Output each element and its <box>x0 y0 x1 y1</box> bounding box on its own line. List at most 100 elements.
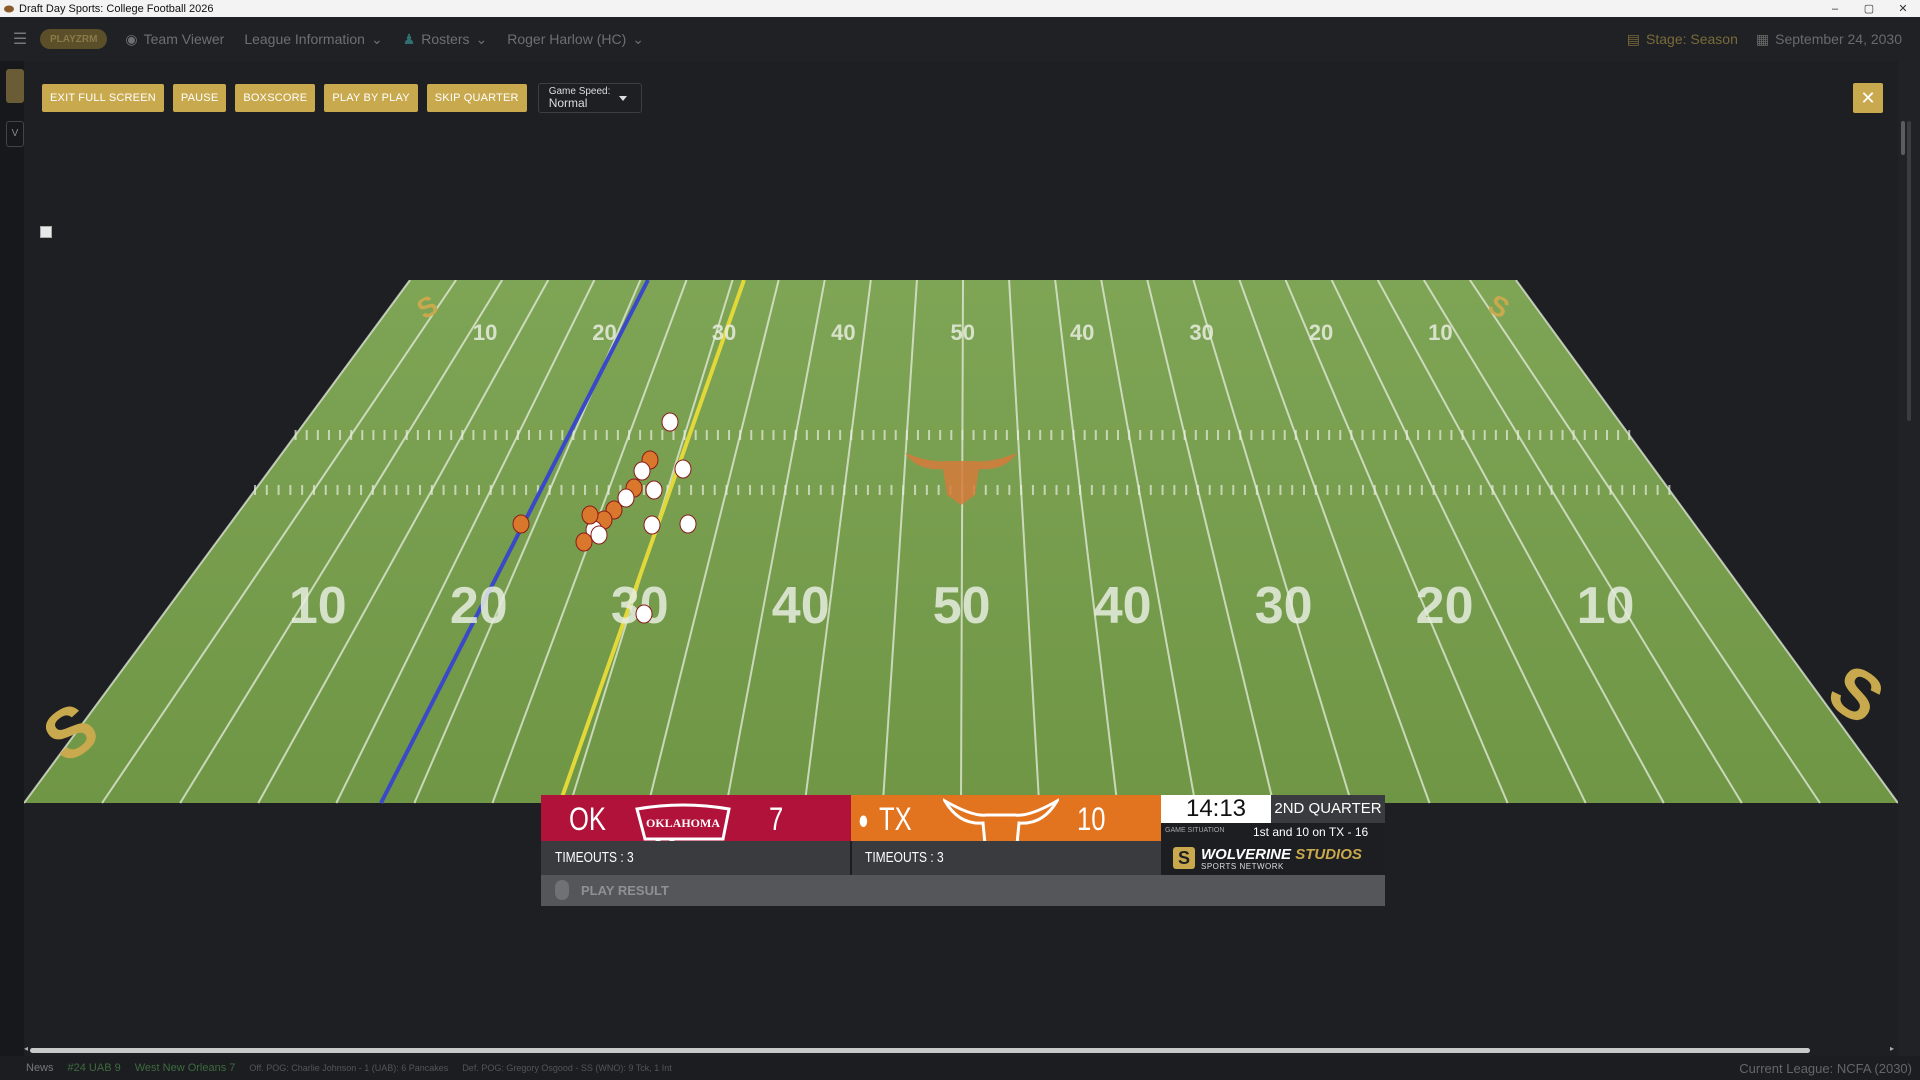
near-yard-numbers: 102030405040302010 <box>289 577 1635 635</box>
close-window-button[interactable]: ✕ <box>1886 2 1920 15</box>
pause-button[interactable]: PAUSE <box>172 84 227 112</box>
status-bar: News #24 UAB 9 West New Orleans 7 Off. P… <box>0 1056 1920 1080</box>
play-by-play-button[interactable]: PLAY BY PLAY <box>324 84 418 112</box>
chevron-down-icon: ⌄ <box>370 30 383 47</box>
horizontal-scroll-thumb[interactable] <box>30 1048 1810 1053</box>
roster-icon: ♟ <box>402 30 416 47</box>
date-label: September 24, 2030 <box>1775 31 1902 47</box>
boxscore-button[interactable]: BOXSCORE <box>235 84 316 112</box>
away-score: 10 <box>1077 801 1106 837</box>
scroll-left-icon[interactable]: ◂ <box>24 1044 28 1053</box>
team-icon: ◉ <box>125 30 138 47</box>
vertical-scrollbar[interactable] <box>1898 61 1920 1061</box>
yard-number: 10 <box>289 577 347 635</box>
app-logo[interactable]: PLAYZRM <box>40 29 108 49</box>
news-item-1[interactable]: #24 UAB 9 <box>68 1062 121 1074</box>
date-indicator[interactable]: ▦ September 24, 2030 <box>1756 31 1902 48</box>
broadcast-brand: S WOLVERINE STUDIOS SPORTS NETWORK <box>1161 841 1385 875</box>
yard-number: 20 <box>1309 320 1333 345</box>
window-titlebar: Draft Day Sports: College Football 2026 … <box>0 0 1920 17</box>
news-label[interactable]: News <box>26 1062 54 1074</box>
brand-name-1: WOLVERINE <box>1201 846 1292 863</box>
minimize-button[interactable]: – <box>1818 3 1852 15</box>
player-marker <box>581 505 599 525</box>
nav-league-information-label: League Information <box>244 31 365 47</box>
brand-name: WOLVERINE STUDIOS <box>1201 846 1362 863</box>
home-team-abbr: OK <box>569 801 606 837</box>
brand-name-2: STUDIOS <box>1295 846 1362 863</box>
yard-number: 30 <box>712 320 736 345</box>
brand-subtitle: SPORTS NETWORK <box>1201 862 1284 871</box>
play-result-label: PLAY RESULT <box>581 883 669 898</box>
scrollbar-thumb[interactable] <box>1901 121 1905 155</box>
game-speed-select[interactable]: Game Speed: Normal <box>537 83 642 113</box>
mini-panel[interactable]: V <box>6 121 24 147</box>
current-league: Current League: NCFA (2030) <box>1739 1060 1912 1076</box>
home-logo-text: OKLAHOMA <box>646 816 720 830</box>
skip-quarter-button[interactable]: SKIP QUARTER <box>426 84 527 112</box>
nav-coach-label: Roger Harlow (HC) <box>507 31 627 47</box>
possession-football-icon: ⬮ <box>859 813 868 829</box>
team-badge-icon[interactable] <box>6 69 24 103</box>
yard-number: 10 <box>473 320 497 345</box>
broken-image-icon <box>40 226 52 238</box>
scrollbar-track[interactable] <box>1907 121 1911 421</box>
nav-rosters-label: Rosters <box>421 31 470 47</box>
calendar-icon: ▦ <box>1755 30 1770 47</box>
app-nav: ☰ PLAYZRM ◉ Team Viewer League Informatio… <box>0 17 1920 61</box>
player-marker <box>590 525 608 545</box>
player-marker <box>635 604 653 624</box>
player-marker <box>575 532 593 552</box>
football-field: S S S S 102030405040302010 1020304050403… <box>24 280 1898 804</box>
scoreboard: OK OKLAHOMA 7 ⬮ TX 10 TIMEOUTS : 3 TIMEO… <box>541 795 1385 906</box>
chevron-down-icon: ⌄ <box>475 30 488 47</box>
hamburger-menu-icon[interactable]: ☰ <box>0 29 40 49</box>
microphone-icon <box>555 880 569 900</box>
timeouts-divider <box>850 841 852 875</box>
yard-number: 50 <box>933 577 991 635</box>
yard-number: 20 <box>1416 577 1474 635</box>
nav-team-viewer[interactable]: ◉ Team Viewer <box>125 31 224 48</box>
yard-number: 50 <box>951 320 975 345</box>
yard-number: 40 <box>1070 320 1094 345</box>
game-situation-label: GAME SITUATION <box>1165 827 1225 834</box>
app-icon <box>4 5 14 12</box>
close-overlay-button[interactable]: ✕ <box>1853 83 1883 113</box>
player-marker <box>633 461 651 481</box>
player-marker <box>643 515 661 535</box>
player-marker <box>674 459 692 479</box>
horizontal-scrollbar[interactable]: ◂ ▸ <box>24 1044 1898 1054</box>
yard-number: 40 <box>772 577 830 635</box>
restore-button[interactable]: ▢ <box>1852 2 1886 15</box>
chevron-down-icon: ⌄ <box>632 30 644 47</box>
yard-number: 40 <box>1094 577 1152 635</box>
stage-indicator[interactable]: ▤ Stage: Season <box>1627 31 1738 48</box>
home-score: 7 <box>769 801 784 837</box>
home-timeouts: TIMEOUTS : 3 <box>555 849 634 866</box>
yard-number: 20 <box>592 320 616 345</box>
exit-full-screen-button[interactable]: EXIT FULL SCREEN <box>42 84 164 112</box>
nav-coach[interactable]: Roger Harlow (HC) ⌄ <box>507 31 644 48</box>
dropdown-caret-icon <box>618 96 627 101</box>
nav-team-viewer-label: Team Viewer <box>143 31 225 47</box>
yard-number: 20 <box>450 577 508 635</box>
nav-league-information[interactable]: League Information ⌄ <box>244 31 382 48</box>
stage-label: Stage: Season <box>1646 31 1738 47</box>
yard-number: 30 <box>1189 320 1213 345</box>
wolverine-logo-icon: S <box>1173 847 1195 869</box>
away-team-abbr: TX <box>879 801 912 837</box>
yard-number: 10 <box>1577 577 1635 635</box>
yard-number: 10 <box>1428 320 1452 345</box>
nav-rosters[interactable]: ♟ Rosters ⌄ <box>403 31 488 48</box>
yard-number: 40 <box>831 320 855 345</box>
away-timeouts: TIMEOUTS : 3 <box>865 849 944 866</box>
player-marker <box>512 514 530 534</box>
window-title: Draft Day Sports: College Football 2026 <box>19 2 214 15</box>
player-marker <box>661 412 679 432</box>
scroll-right-icon[interactable]: ▸ <box>1890 1044 1894 1053</box>
game-overlay: EXIT FULL SCREEN PAUSE BOXSCORE PLAY BY … <box>24 61 1898 1056</box>
news-item-2[interactable]: West New Orleans 7 <box>135 1062 236 1074</box>
player-marker <box>645 480 663 500</box>
offensive-pog: Off. POG: Charlie Johnson - 1 (UAB): 6 P… <box>249 1063 449 1073</box>
game-control-bar: EXIT FULL SCREEN PAUSE BOXSCORE PLAY BY … <box>42 83 642 113</box>
